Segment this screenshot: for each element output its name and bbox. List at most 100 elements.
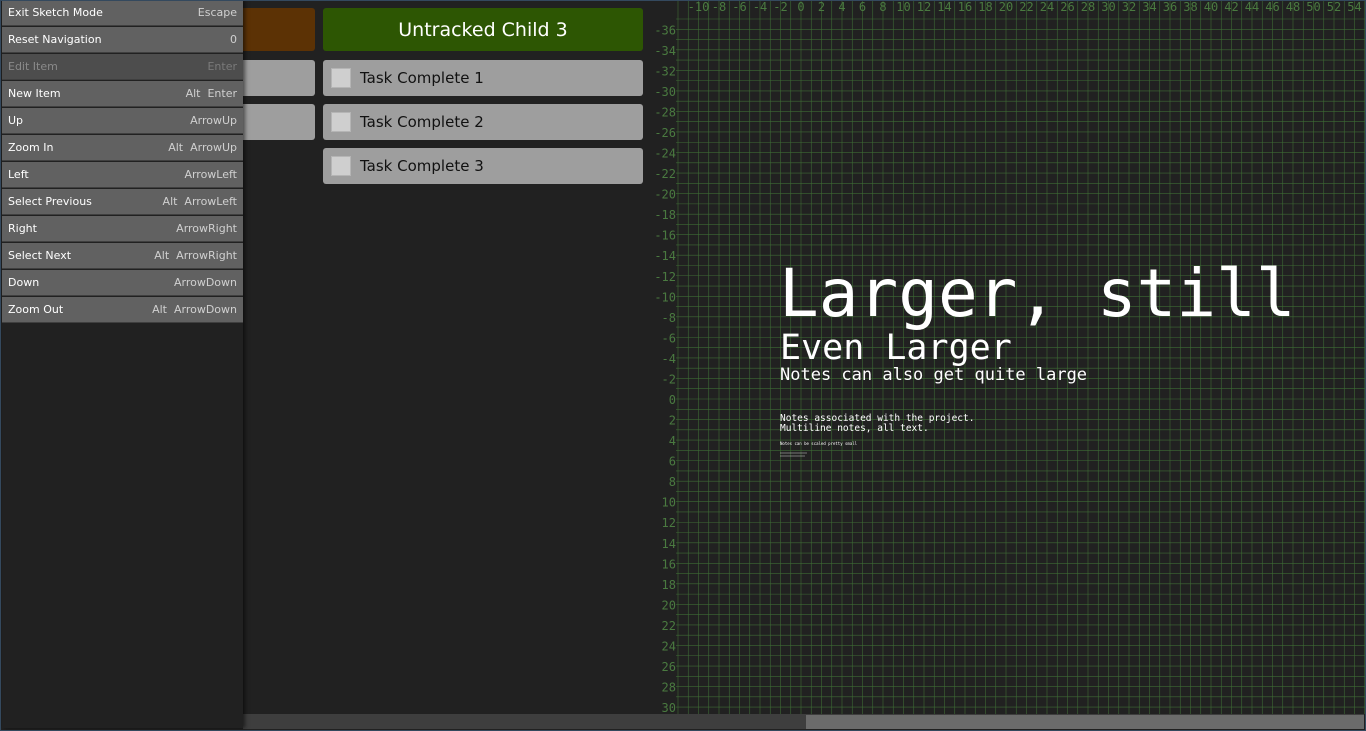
x-axis-tick-label: 2	[818, 0, 825, 14]
y-axis-tick-label: -24	[654, 147, 676, 161]
menu-item-shortcut: Escape	[197, 6, 237, 19]
y-axis-tick-label: -36	[654, 23, 676, 37]
x-axis-tick-label: 42	[1224, 0, 1238, 14]
menu-item-shortcut: ArrowUp	[190, 114, 237, 127]
menu-item-label: Left	[8, 168, 29, 181]
scrollbar-thumb[interactable]	[806, 715, 1364, 729]
y-axis-tick-label: 10	[662, 496, 676, 510]
x-axis-tick-label: 26	[1060, 0, 1074, 14]
menu-item-label: Select Previous	[8, 195, 92, 208]
y-axis-tick-label: -14	[654, 249, 676, 263]
task-card-partial-2[interactable]	[243, 104, 315, 140]
note-tiny[interactable]: Notes can be scaled pretty small	[780, 441, 858, 446]
y-axis-tick-label: 2	[669, 414, 676, 428]
x-axis-tick-label: -2	[773, 0, 787, 14]
sketch-canvas[interactable]: -10 -8 -6 -4 -2 0 2 4 6 8 10 12 14 16 18 20 22 24 26 28 30 32…	[651, 0, 1365, 714]
y-axis-tick-label: -6	[662, 331, 676, 345]
x-axis-tick-label: 14	[937, 0, 951, 14]
menu-item-label: Zoom Out	[8, 303, 64, 316]
menu-item-select-previous[interactable]: Select Previous Alt ArrowLeft	[2, 189, 243, 215]
y-axis-tick-label: -32	[654, 64, 676, 78]
task-label: Task Complete 2	[360, 113, 484, 131]
y-axis-tick-label: -20	[654, 188, 676, 202]
menu-item-shortcut: Enter	[207, 60, 237, 73]
y-axis-tick-label: -8	[662, 311, 676, 325]
note-quite-large[interactable]: Notes can also get quite large	[780, 365, 1087, 385]
menu-item-label: Down	[8, 276, 40, 289]
y-axis-tick-label: -18	[654, 208, 676, 222]
menu-item-shortcut: Alt ArrowUp	[168, 141, 237, 154]
x-axis-tick-label: 52	[1327, 0, 1341, 14]
project-card-brown[interactable]	[243, 8, 315, 51]
x-axis-tick-label: 32	[1122, 0, 1136, 14]
note-line-2[interactable]: Multiline notes, all text.	[780, 423, 929, 434]
y-axis-tick-label: 4	[669, 434, 676, 448]
menu-item-select-next[interactable]: Select Next Alt ArrowRight	[2, 243, 243, 269]
y-axis-tick-label: 12	[662, 516, 676, 530]
menu-item-zoom-in[interactable]: Zoom In Alt ArrowUp	[2, 135, 243, 161]
menu-item-shortcut: 0	[230, 33, 237, 46]
menu-item-label: Select Next	[8, 249, 72, 262]
menu-item-label: Up	[8, 114, 24, 127]
menu-item-label: Edit Item	[8, 60, 58, 73]
task-item[interactable]: Task Complete 2	[323, 104, 643, 140]
y-axis-tick-label: -22	[654, 167, 676, 181]
menu-item-up[interactable]: Up ArrowUp	[2, 108, 243, 134]
x-axis-tick-label: 46	[1265, 0, 1279, 14]
y-axis-tick-label: -28	[654, 105, 676, 119]
y-axis-tick-label: 6	[669, 455, 676, 469]
menu-item-exit-sketch-mode[interactable]: Exit Sketch Mode Escape	[2, 0, 243, 26]
x-axis-tick-label: 30	[1101, 0, 1115, 14]
menu-item-zoom-out[interactable]: Zoom Out Alt ArrowDown	[2, 297, 243, 323]
menu-item-label: Exit Sketch Mode	[8, 6, 103, 19]
x-axis-tick-label: -6	[732, 0, 746, 14]
menu-item-shortcut: Alt ArrowDown	[152, 303, 237, 316]
task-checkbox[interactable]	[331, 112, 351, 132]
task-label: Task Complete 1	[360, 69, 484, 87]
menu-item-shortcut: ArrowDown	[173, 276, 237, 289]
x-axis-tick-label: 50	[1306, 0, 1320, 14]
x-axis-tick-label: 8	[879, 0, 886, 14]
menu-item-down[interactable]: Down ArrowDown	[2, 270, 243, 296]
menu-item-label: Zoom In	[8, 141, 54, 154]
menu-item-shortcut: Alt Enter	[185, 87, 237, 100]
menu-item-right[interactable]: Right ArrowRight	[2, 216, 243, 242]
horizontal-scrollbar[interactable]	[243, 714, 1364, 729]
y-axis-tick-label: 0	[669, 393, 676, 407]
note-larger-still[interactable]: Larger, still	[779, 255, 1296, 332]
y-axis-tick-label: -16	[654, 229, 676, 243]
y-axis-tick-label: 26	[662, 660, 676, 674]
context-menu: Exit Sketch Mode Escape Reset Navigation 0 E…	[2, 0, 243, 728]
note-even-larger[interactable]: Even Larger	[780, 328, 1012, 368]
x-axis-tick-label: 6	[859, 0, 866, 14]
menu-item-shortcut: ArrowRight	[176, 222, 237, 235]
y-axis-tick-label: 14	[662, 537, 676, 551]
y-axis-tick-label: -34	[654, 44, 676, 58]
y-axis-tick-label: 30	[662, 701, 676, 714]
y-axis-tick-label: 18	[662, 578, 676, 592]
x-axis-tick-label: 34	[1142, 0, 1156, 14]
menu-item-new-item[interactable]: New Item Alt Enter	[2, 81, 243, 107]
task-item[interactable]: Task Complete 1	[323, 60, 643, 96]
task-label: Task Complete 3	[360, 157, 484, 175]
y-axis-tick-label: 22	[662, 619, 676, 633]
y-axis-tick-label: 20	[662, 598, 676, 612]
x-axis-tick-label: 16	[958, 0, 972, 14]
y-axis-tick-label: -10	[654, 290, 676, 304]
task-checkbox[interactable]	[331, 68, 351, 88]
menu-item-reset-navigation[interactable]: Reset Navigation 0	[2, 27, 243, 53]
x-axis-tick-label: 22	[1019, 0, 1033, 14]
task-item[interactable]: Task Complete 3	[323, 148, 643, 184]
menu-item-left[interactable]: Left ArrowLeft	[2, 162, 243, 188]
task-card-partial-1[interactable]	[243, 60, 315, 96]
untracked-child-card[interactable]: Untracked Child 3	[323, 8, 643, 51]
menu-item-edit-item: Edit Item Enter	[2, 54, 243, 80]
x-axis-tick-label: 48	[1286, 0, 1300, 14]
y-axis-tick-label: -4	[662, 352, 676, 366]
y-axis-tick-label: -30	[654, 85, 676, 99]
x-axis-tick-label: 4	[838, 0, 845, 14]
task-checkbox[interactable]	[331, 156, 351, 176]
x-axis-tick-label: 44	[1245, 0, 1259, 14]
menu-item-label: New Item	[8, 87, 61, 100]
menu-item-label: Right	[8, 222, 37, 235]
